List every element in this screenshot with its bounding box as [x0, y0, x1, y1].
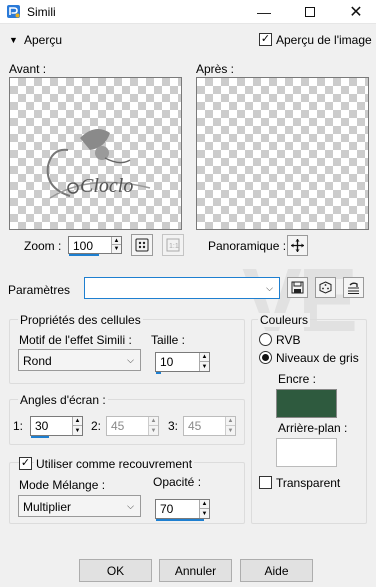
- zoom-actual-size-button[interactable]: [131, 234, 153, 256]
- chevron-down-icon: ⌵: [266, 283, 273, 293]
- avant-label: Avant :: [9, 62, 47, 76]
- minimize-icon[interactable]: —: [242, 0, 286, 24]
- collapse-arrow-icon[interactable]: ▼: [9, 35, 18, 45]
- angle1-spinner[interactable]: ▲ ▼: [72, 417, 82, 435]
- size-field[interactable]: 10 ▲ ▼: [155, 352, 210, 374]
- close-icon[interactable]: ✕: [334, 0, 376, 24]
- cancel-button[interactable]: Annuler: [159, 559, 232, 582]
- chevron-down-icon: ⌵: [127, 355, 134, 365]
- angle3-spinner: ▲ ▼: [225, 417, 235, 435]
- rvb-label: RVB: [276, 333, 301, 347]
- parametres-label: Paramètres: [8, 283, 71, 297]
- angle1-field[interactable]: 30 ▲ ▼: [30, 416, 83, 438]
- parametres-dropdown[interactable]: ⌵: [84, 277, 280, 299]
- image-preview-label: Aperçu de l'image: [276, 33, 372, 47]
- ink-label: Encre :: [278, 372, 317, 386]
- screen-angles-title: Angles d'écran :: [18, 393, 108, 407]
- angle1-label: 1:: [13, 419, 24, 433]
- after-preview[interactable]: [196, 77, 369, 230]
- effect-dropdown[interactable]: Rond ⌵: [18, 349, 141, 371]
- chevron-down-icon: ⌵: [127, 501, 134, 511]
- maximize-icon[interactable]: [288, 0, 332, 24]
- background-color-swatch[interactable]: [276, 438, 337, 467]
- opacity-label: Opacité :: [153, 475, 202, 489]
- overlay-checkbox[interactable]: ✓: [19, 457, 32, 470]
- before-preview[interactable]: Cloclo: [9, 77, 182, 230]
- ink-color-swatch[interactable]: [276, 389, 337, 418]
- help-button[interactable]: Aide: [240, 559, 313, 582]
- image-preview-checkbox[interactable]: ✓: [259, 33, 272, 46]
- size-spinner[interactable]: ▲ ▼: [199, 353, 209, 371]
- background-label: Arrière-plan :: [278, 421, 348, 435]
- zoom-fit-button[interactable]: 1:1: [162, 234, 184, 256]
- angle3-label: 3:: [168, 419, 179, 433]
- window-title: Simili: [27, 5, 56, 19]
- ok-button[interactable]: OK: [79, 559, 152, 582]
- grayscale-label: Niveaux de gris: [276, 351, 359, 365]
- apres-label: Après :: [196, 62, 235, 76]
- angle2-label: 2:: [91, 419, 102, 433]
- angle3-field: 45 ▲ ▼: [183, 416, 236, 436]
- zoom-spinner[interactable]: ▲ ▼: [111, 237, 121, 253]
- svg-text:1:1: 1:1: [169, 243, 179, 250]
- apercu-toggle[interactable]: Aperçu: [24, 33, 62, 47]
- transparent-checkbox[interactable]: [259, 476, 272, 489]
- app-icon: [6, 4, 21, 19]
- grayscale-radio[interactable]: [259, 351, 272, 364]
- blend-mode-dropdown[interactable]: Multiplier ⌵: [18, 495, 141, 517]
- reset-defaults-icon[interactable]: [343, 277, 364, 298]
- cloclo-logo: Cloclo: [46, 129, 151, 199]
- size-label: Taille :: [151, 333, 186, 347]
- rvb-radio[interactable]: [259, 333, 272, 346]
- zoom-value: 100: [73, 239, 94, 253]
- cell-properties-title: Propriétés des cellules: [18, 313, 143, 327]
- opacity-spinner[interactable]: ▲ ▼: [199, 500, 209, 518]
- angle2-field: 45 ▲ ▼: [106, 416, 159, 436]
- randomize-dice-icon[interactable]: [315, 277, 336, 298]
- zoom-label: Zoom :: [24, 239, 62, 253]
- transparent-label: Transparent: [276, 476, 341, 490]
- angle2-spinner: ▲ ▼: [148, 417, 158, 435]
- colors-title: Couleurs: [258, 313, 311, 327]
- opacity-field[interactable]: 70 ▲ ▼: [155, 499, 210, 521]
- svg-text:Cloclo: Cloclo: [80, 175, 133, 197]
- save-preset-icon[interactable]: [287, 277, 308, 298]
- blend-mode-label: Mode Mélange :: [19, 478, 106, 492]
- effect-label: Motif de l'effet Simili :: [19, 333, 132, 347]
- zoom-field[interactable]: 100 ▲ ▼: [68, 236, 122, 256]
- overlay-label: Utiliser comme recouvrement: [34, 457, 195, 471]
